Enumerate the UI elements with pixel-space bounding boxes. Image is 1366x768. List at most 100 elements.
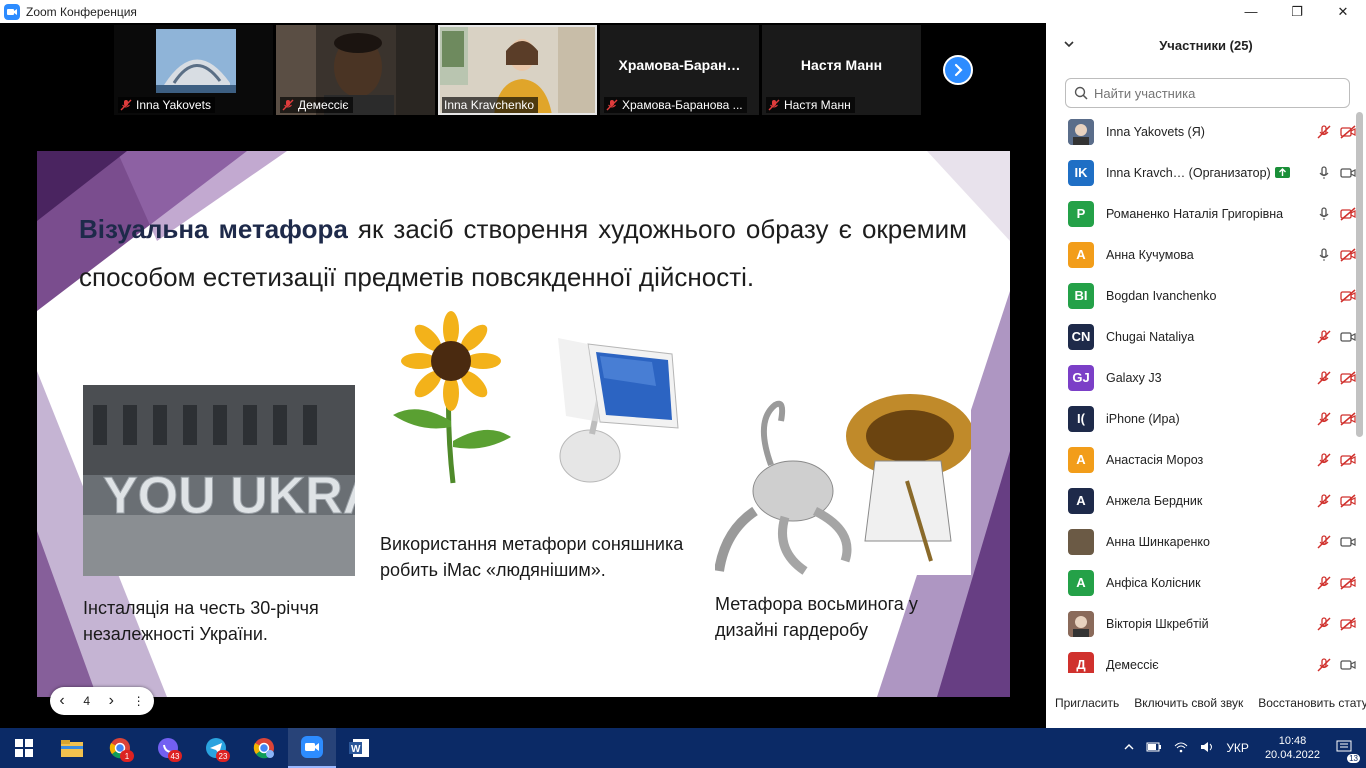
telegram-icon[interactable]: 23 [192, 728, 240, 768]
camera-on-icon[interactable] [1340, 534, 1356, 550]
mic-muted-icon[interactable] [1316, 370, 1332, 386]
video-thumbnail[interactable]: Храмова-Баран… Храмова-Баранова ... [600, 25, 759, 115]
participant-row[interactable]: А Анфіса Колісник [1046, 562, 1356, 603]
participant-name: Chugai Nataliya [1106, 329, 1195, 344]
word-icon[interactable]: W [336, 728, 384, 768]
participant-row[interactable]: IK Inna Kravch… (Организатор) [1046, 152, 1356, 193]
mic-muted-icon[interactable] [1316, 575, 1332, 591]
zoom-icon[interactable] [288, 728, 336, 768]
camera-off-icon[interactable] [1340, 493, 1356, 509]
notification-center-icon[interactable]: 13 [1336, 740, 1360, 763]
invite-button[interactable]: Пригласить [1046, 696, 1125, 710]
notification-count: 13 [1347, 753, 1360, 763]
thumbnail-nameplate: Inna Kravchenko [442, 97, 539, 113]
participant-row[interactable]: BI Bogdan Ivanchenko [1046, 275, 1356, 316]
caption-imac-sunflower: Використання метафори соняшника робить i… [380, 534, 684, 580]
video-thumbnail-active-speaker[interactable]: Inna Kravchenko [438, 25, 597, 115]
battery-icon[interactable] [1146, 741, 1162, 755]
camera-on-icon[interactable] [1340, 329, 1356, 345]
slide-more-button[interactable]: ⋮ [133, 694, 145, 708]
participant-name: Романенко Наталія Григорівна [1106, 206, 1284, 221]
participant-status-icons [1316, 452, 1356, 468]
notification-badge: 23 [216, 750, 230, 762]
next-thumbnails-arrow-icon[interactable] [943, 55, 973, 85]
mic-muted-icon[interactable] [1316, 329, 1332, 345]
camera-off-icon[interactable] [1340, 616, 1356, 632]
camera-on-icon[interactable] [1340, 165, 1356, 181]
mic-on-icon[interactable] [1316, 165, 1332, 181]
participant-status-icons [1316, 493, 1356, 509]
camera-off-icon[interactable] [1340, 247, 1356, 263]
participant-status-icons [1316, 124, 1356, 140]
mic-muted-icon[interactable] [1316, 124, 1332, 140]
chrome-icon[interactable]: 1 [96, 728, 144, 768]
mic-muted-icon [606, 99, 618, 111]
next-slide-button[interactable]: › [109, 692, 114, 710]
participant-row[interactable]: А Анна Кучумова [1046, 234, 1356, 275]
avatar: BI [1068, 282, 1094, 309]
mic-muted-icon[interactable] [1316, 657, 1332, 673]
chrome-profile-icon[interactable] [240, 728, 288, 768]
chevron-up-icon[interactable] [1124, 741, 1134, 755]
mic-on-icon[interactable] [1316, 247, 1332, 263]
thumbnail-nameplate: Настя Манн [766, 97, 855, 113]
thumbnail-big-name: Храмова-Баран… [618, 57, 741, 73]
camera-off-icon[interactable] [1340, 288, 1356, 304]
camera-off-icon[interactable] [1340, 575, 1356, 591]
unmute-self-button[interactable]: Включить свой звук [1125, 696, 1249, 710]
notification-badge: 43 [168, 750, 182, 762]
windows-start-icon[interactable] [0, 728, 48, 768]
video-thumbnail[interactable]: Настя Манн Настя Манн [762, 25, 921, 115]
mic-muted-icon[interactable] [1316, 534, 1332, 550]
avatar: А [1068, 446, 1094, 473]
caption-ukraine-installation: Інсталяція на честь 30-річчя незалежност… [83, 598, 319, 644]
mic-muted-icon[interactable] [1316, 616, 1332, 632]
minimize-button[interactable]: — [1228, 0, 1274, 23]
mic-muted-icon[interactable] [1316, 411, 1332, 427]
volume-icon[interactable] [1200, 741, 1214, 756]
restore-button[interactable]: ❐ [1274, 0, 1320, 23]
wifi-icon[interactable] [1174, 741, 1188, 756]
participant-row[interactable]: Р Романенко Наталія Григорівна [1046, 193, 1356, 234]
chevron-down-icon[interactable] [1062, 37, 1076, 51]
mic-muted-icon[interactable] [1316, 452, 1332, 468]
participant-row[interactable]: Inna Yakovets (Я) [1046, 111, 1356, 152]
restore-status-button[interactable]: Восстановить стату [1249, 696, 1366, 710]
system-clock[interactable]: 10:48 20.04.2022 [1265, 734, 1320, 762]
participant-row[interactable]: Вікторія Шкребтій [1046, 603, 1356, 644]
video-thumbnail[interactable]: Демессіє [276, 25, 435, 115]
viber-icon[interactable]: 43 [144, 728, 192, 768]
mic-muted-icon[interactable] [1316, 493, 1332, 509]
participant-name: Inna Yakovets (Я) [1106, 124, 1205, 139]
participant-row[interactable]: А Анастасія Мороз [1046, 439, 1356, 480]
participant-row[interactable]: Д Демессіє [1046, 644, 1356, 673]
participant-status-icons [1316, 165, 1356, 181]
camera-off-icon[interactable] [1340, 370, 1356, 386]
camera-off-icon[interactable] [1340, 411, 1356, 427]
camera-on-icon[interactable] [1340, 657, 1356, 673]
mic-on-icon[interactable] [1316, 206, 1332, 222]
participant-search-box[interactable] [1065, 78, 1350, 108]
ukraine-installation-photo: YOU UKRAINE [83, 385, 355, 576]
camera-off-icon[interactable] [1340, 124, 1356, 140]
search-input[interactable] [1094, 85, 1344, 101]
camera-off-icon[interactable] [1340, 206, 1356, 222]
search-icon [1074, 86, 1088, 100]
close-button[interactable]: ✕ [1320, 0, 1366, 23]
participant-row[interactable]: CN Chugai Nataliya [1046, 316, 1356, 357]
avatar: А [1068, 241, 1094, 268]
camera-off-icon[interactable] [1340, 452, 1356, 468]
previous-slide-button[interactable]: ‹ [59, 692, 64, 710]
participant-row[interactable]: А Анжела Бердник [1046, 480, 1356, 521]
participants-scrollbar[interactable] [1356, 112, 1363, 437]
video-thumbnail[interactable]: Inna Yakovets [114, 25, 273, 115]
file-explorer-icon[interactable] [48, 728, 96, 768]
participant-status-icons [1316, 370, 1356, 386]
mic-muted-icon [120, 99, 132, 111]
participant-status-icons [1316, 247, 1356, 263]
participant-row[interactable]: Анна Шинкаренко [1046, 521, 1356, 562]
keyboard-language[interactable]: УКР [1226, 741, 1249, 755]
participant-row[interactable]: I(iPhone (Ира) [1046, 398, 1356, 439]
participant-row[interactable]: GJ Galaxy J3 [1046, 357, 1356, 398]
avatar [1068, 118, 1094, 145]
